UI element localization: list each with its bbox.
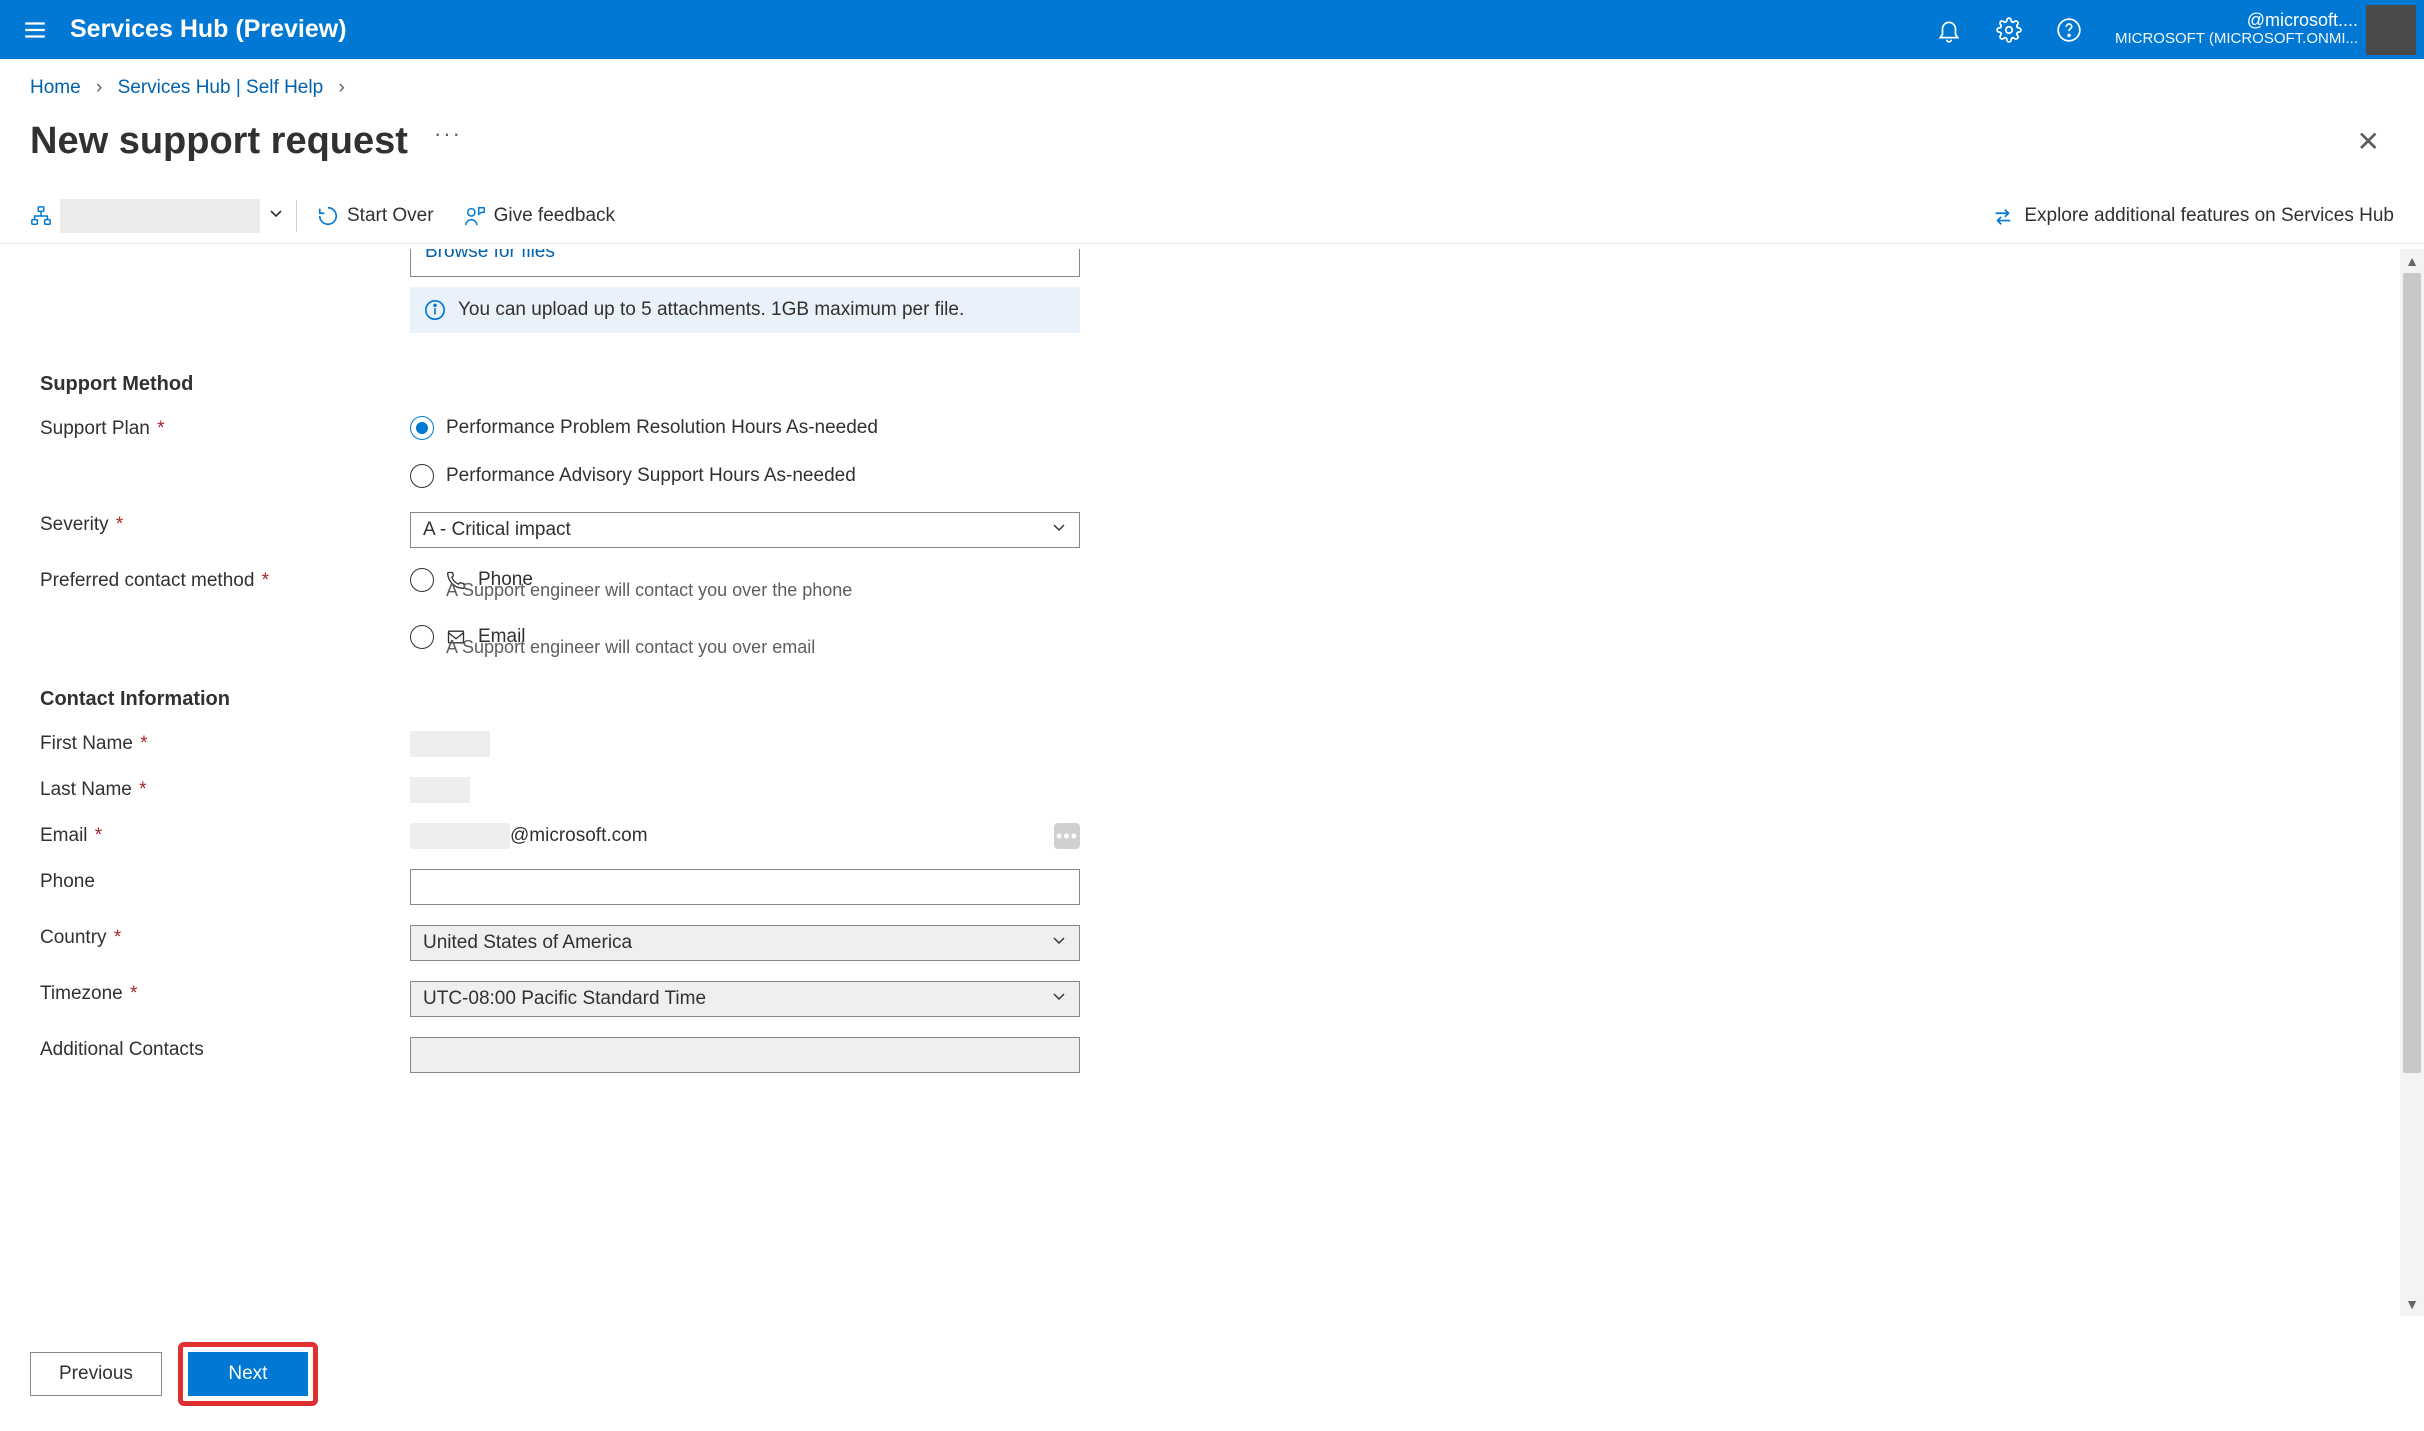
scope-picker[interactable]: placeholder	[30, 199, 284, 233]
next-button[interactable]: Next	[188, 1352, 308, 1396]
section-heading-support-method: Support Method	[40, 373, 2400, 396]
close-button[interactable]: ✕	[2343, 117, 2394, 166]
notifications-button[interactable]	[1919, 0, 1979, 59]
chevron-down-icon	[1051, 932, 1067, 954]
last-name-label: Last Name *	[40, 777, 410, 801]
info-icon	[424, 299, 446, 321]
radio-selected-icon	[410, 416, 434, 440]
toolbar: placeholder Start Over Give feedback Exp…	[0, 188, 2424, 244]
radio-icon	[410, 625, 434, 649]
breadcrumb-home[interactable]: Home	[30, 77, 81, 98]
scroll-up-arrow[interactable]: ▲	[2400, 249, 2424, 273]
timezone-select[interactable]: UTC-08:00 Pacific Standard Time	[410, 981, 1080, 1017]
email-more-button[interactable]: •••	[1054, 823, 1080, 849]
first-name-value	[410, 731, 490, 757]
avatar	[2366, 5, 2416, 55]
feedback-icon	[464, 205, 486, 227]
hierarchy-icon	[30, 205, 52, 227]
explore-features-link[interactable]: Explore additional features on Services …	[1992, 205, 2394, 227]
country-label: Country *	[40, 925, 410, 949]
swap-icon	[1992, 205, 2014, 227]
contact-method-email-desc: A Support engineer will contact you over…	[446, 637, 1080, 658]
top-header: Services Hub (Preview) @microsoft.... MI…	[0, 0, 2424, 59]
chevron-right-icon: ›	[338, 77, 344, 98]
chevron-down-icon	[268, 205, 284, 227]
chevron-right-icon: ›	[96, 77, 102, 98]
breadcrumb: Home › Services Hub | Self Help ›	[0, 59, 2424, 99]
restart-icon	[317, 205, 339, 227]
more-actions-button[interactable]: ···	[434, 121, 462, 147]
radio-icon	[410, 568, 434, 592]
vertical-scrollbar[interactable]: ▲ ▼	[2400, 249, 2424, 1316]
first-name-label: First Name *	[40, 731, 410, 755]
breadcrumb-self-help[interactable]: Services Hub | Self Help	[118, 77, 324, 98]
preferred-contact-method-label: Preferred contact method *	[40, 568, 410, 592]
give-feedback-button[interactable]: Give feedback	[464, 205, 615, 227]
phone-label: Phone	[40, 869, 410, 893]
page-title: New support request	[30, 120, 408, 163]
brand-title: Services Hub (Preview)	[70, 15, 347, 44]
email-label: Email *	[40, 823, 410, 847]
support-plan-option-1[interactable]: Performance Problem Resolution Hours As-…	[410, 416, 1080, 440]
form-scroll-area: Browse for files You can upload up to 5 …	[0, 249, 2400, 1316]
section-heading-contact-info: Contact Information	[40, 688, 2400, 711]
chevron-down-icon	[1051, 988, 1067, 1010]
next-button-highlight: Next	[178, 1342, 318, 1406]
upload-info-banner: You can upload up to 5 attachments. 1GB …	[410, 287, 1080, 333]
browse-files-button[interactable]: Browse for files	[410, 249, 1080, 277]
scroll-thumb[interactable]	[2403, 273, 2421, 1073]
email-prefix-value	[410, 823, 510, 849]
settings-button[interactable]	[1979, 0, 2039, 59]
chevron-down-icon	[1051, 519, 1067, 541]
radio-icon	[410, 464, 434, 488]
start-over-button[interactable]: Start Over	[317, 205, 434, 227]
account-email: @microsoft....	[2115, 11, 2358, 31]
phone-input[interactable]	[410, 869, 1080, 905]
timezone-label: Timezone *	[40, 981, 410, 1005]
additional-contacts-label: Additional Contacts	[40, 1037, 410, 1061]
support-plan-label: Support Plan *	[40, 416, 410, 440]
previous-button[interactable]: Previous	[30, 1352, 162, 1396]
country-select[interactable]: United States of America	[410, 925, 1080, 961]
bottom-action-bar: Previous Next	[0, 1316, 2424, 1431]
severity-select[interactable]: A - Critical impact	[410, 512, 1080, 548]
hamburger-menu-button[interactable]	[0, 0, 70, 59]
additional-contacts-input[interactable]	[410, 1037, 1080, 1073]
help-button[interactable]	[2039, 0, 2099, 59]
email-suffix: @microsoft.com	[510, 825, 648, 847]
scroll-down-arrow[interactable]: ▼	[2400, 1292, 2424, 1316]
severity-label: Severity *	[40, 512, 410, 536]
title-row: New support request ··· ✕	[0, 99, 2424, 188]
contact-method-phone-desc: A Support engineer will contact you over…	[446, 580, 1080, 601]
account-menu[interactable]: @microsoft.... MICROSOFT (MICROSOFT.ONMI…	[2099, 0, 2424, 59]
separator	[296, 200, 297, 232]
support-plan-option-2[interactable]: Performance Advisory Support Hours As-ne…	[410, 464, 1080, 488]
last-name-value	[410, 777, 470, 803]
account-tenant: MICROSOFT (MICROSOFT.ONMI...	[2115, 31, 2358, 48]
